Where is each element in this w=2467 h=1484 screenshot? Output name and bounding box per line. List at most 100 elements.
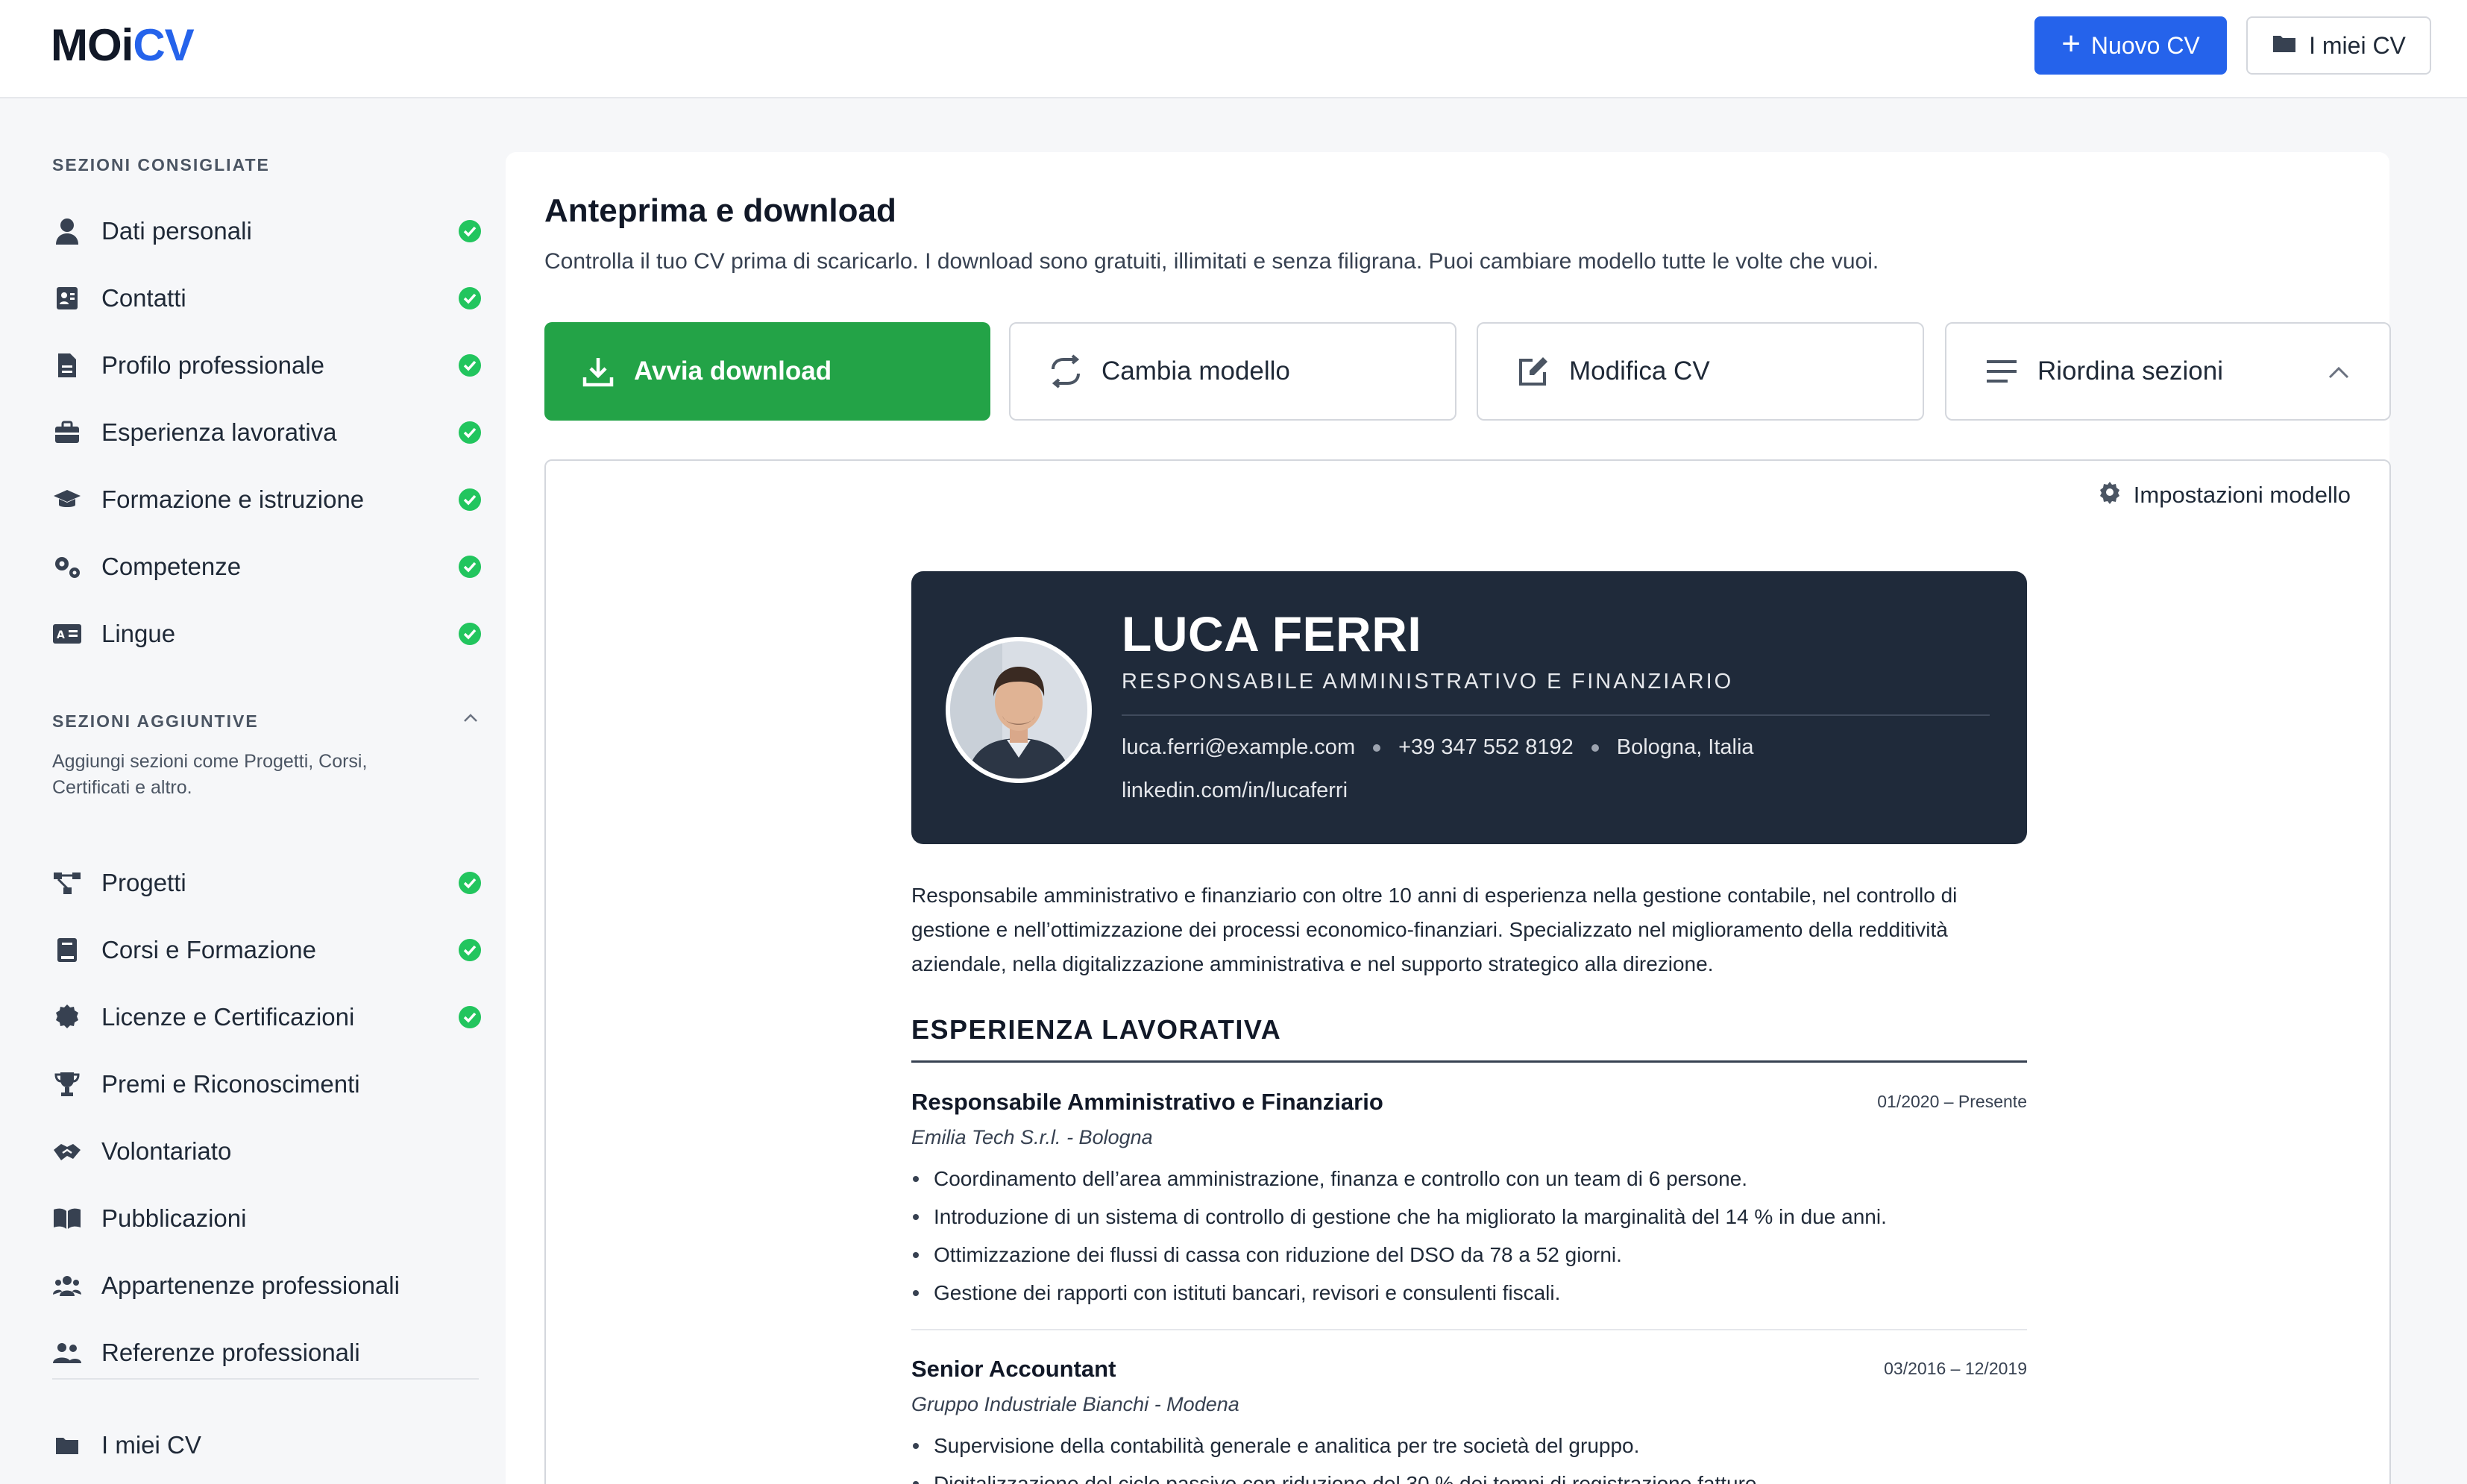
cv-summary: Responsabile amministrativo e finanziari… [911, 884, 1958, 975]
sidebar-item-skills[interactable]: Competenze [52, 544, 482, 589]
sidebar-item-awards[interactable]: Premi e Riconoscimenti [52, 1062, 482, 1107]
separator-dot [1373, 743, 1381, 752]
project-diagram-icon [52, 868, 82, 898]
reorder-sections-button[interactable]: Riordina sezioni [1945, 322, 2391, 421]
recommended-sections-title: SEZIONI CONSIGLIATE [52, 155, 270, 175]
main-panel: Anteprima e download Controlla il tuo CV… [506, 152, 2391, 1484]
check-circle-icon [459, 1006, 481, 1028]
check-circle-icon [459, 354, 481, 377]
gear-icon [2098, 480, 2122, 510]
check-circle-icon [459, 287, 481, 309]
page-subtitle: Controlla il tuo CV prima di scaricarlo.… [544, 249, 1879, 274]
job-bullet: Introduzione di un sistema di controllo … [911, 1198, 2027, 1236]
sidebar-item-experience[interactable]: Esperienza lavorativa [52, 410, 482, 455]
cv-section-experience-title: ESPERIENZA LAVORATIVA [911, 1014, 2027, 1063]
logo[interactable]: MOiCV [51, 19, 195, 71]
people-icon [52, 1338, 82, 1368]
folder-icon [52, 1430, 82, 1460]
download-button[interactable]: Avvia download [544, 322, 990, 421]
handshake-icon [52, 1136, 82, 1166]
logo-text-accent: CV [133, 20, 194, 70]
download-icon [580, 353, 616, 389]
job-company: Emilia Tech S.r.l. - Bologna [911, 1126, 1153, 1148]
edit-cv-button[interactable]: Modifica CV [1477, 322, 1924, 421]
contact-card-icon [52, 283, 82, 313]
job-separator [911, 1329, 2027, 1330]
document-icon [52, 350, 82, 380]
check-circle-icon [459, 623, 481, 645]
sidebar-item-projects[interactable]: Progetti [52, 861, 482, 905]
check-circle-icon [459, 872, 481, 894]
sidebar-item-my-cv[interactable]: I miei CV [52, 1423, 482, 1468]
cv-linkedin: linkedin.com/in/lucaferri [1122, 779, 1348, 802]
job-bullets: Supervisione della contabilità generale … [911, 1427, 2027, 1484]
sidebar-item-label: Contatti [101, 284, 186, 312]
sidebar-item-label: Licenze e Certificazioni [101, 1003, 355, 1031]
new-cv-label: Nuovo CV [2090, 31, 2200, 59]
job-title: Responsabile Amministrativo e Finanziari… [911, 1089, 1383, 1115]
cv-contacts: luca.ferri@example.com +39 347 552 8192 … [1122, 735, 1754, 760]
sidebar-item-references[interactable]: Referenze professionali [52, 1330, 482, 1375]
job-title: Senior Accountant [911, 1356, 1116, 1382]
sidebar-item-label: Profilo professionale [101, 351, 324, 379]
job-dates: 01/2020 – Presente [1877, 1092, 2027, 1111]
check-circle-icon [459, 939, 481, 961]
my-cv-label: I miei CV [2309, 31, 2406, 59]
sidebar-item-label: Esperienza lavorativa [101, 418, 337, 446]
gears-icon [52, 552, 82, 582]
certificate-icon [52, 1002, 82, 1032]
sidebar-item-courses[interactable]: Corsi e Formazione [52, 928, 482, 972]
reorder-sections-label: Riordina sezioni [2037, 356, 2224, 386]
job-bullet: Digitalizzazione del ciclo passivo con r… [911, 1465, 2027, 1484]
sidebar-item-publications[interactable]: Pubblicazioni [52, 1196, 482, 1241]
book-icon [52, 935, 82, 965]
lines-icon [1984, 353, 2020, 389]
open-book-icon [52, 1204, 82, 1233]
additional-sections-title: SEZIONI AGGIUNTIVE [52, 711, 259, 731]
sidebar-item-label: Corsi e Formazione [101, 936, 316, 963]
sidebar-item-label: Premi e Riconoscimenti [101, 1070, 360, 1098]
language-icon: A [52, 619, 82, 649]
additional-sections-description: Aggiungi sezioni come Progetti, Corsi, C… [52, 751, 368, 798]
chevron-up-icon[interactable] [462, 710, 479, 726]
top-header: MOiCV + Nuovo CV I miei CV [0, 0, 2467, 98]
sidebar-item-personal-data[interactable]: Dati personali [52, 209, 482, 254]
sidebar-item-contacts[interactable]: Contatti [52, 276, 482, 321]
cv-email: luca.ferri@example.com [1122, 735, 1356, 759]
job-bullet: Ottimizzazione dei flussi di cassa con r… [911, 1236, 2027, 1274]
sidebar-item-label: Pubblicazioni [101, 1204, 247, 1232]
sidebar-item-label: Referenze professionali [101, 1339, 360, 1366]
cv-name: LUCA FERRI [1122, 606, 1422, 661]
new-cv-button[interactable]: + Nuovo CV [2034, 16, 2227, 75]
graduation-cap-icon [52, 485, 82, 515]
sidebar-item-label: Competenze [101, 553, 242, 580]
sidebar-item-profile[interactable]: Profilo professionale [52, 343, 482, 388]
cv-role: RESPONSABILE AMMINISTRATIVO E FINANZIARI… [1122, 670, 1734, 694]
cv-location: Bologna, Italia [1616, 735, 1754, 759]
sidebar-item-label: Appartenenze professionali [101, 1271, 400, 1299]
change-template-button[interactable]: Cambia modello [1009, 322, 1456, 421]
avatar [946, 637, 1092, 783]
sidebar-item-certifications[interactable]: Licenze e Certificazioni [52, 995, 482, 1040]
sidebar-item-volunteering[interactable]: Volontariato [52, 1129, 482, 1174]
plus-icon: + [2061, 25, 2081, 62]
sidebar-item-education[interactable]: Formazione e istruzione [52, 477, 482, 522]
job-company: Gruppo Industriale Bianchi - Modena [911, 1393, 1239, 1415]
trophy-icon [52, 1069, 82, 1099]
cv-preview: Impostazioni modello LUCA FERRI RESPONSA… [544, 459, 2391, 1484]
my-cv-button[interactable]: I miei CV [2246, 16, 2431, 75]
separator-dot [1591, 743, 1599, 752]
sidebar-item-label: Dati personali [101, 217, 252, 245]
job-bullet: Gestione dei rapporti con istituti banca… [911, 1274, 2027, 1312]
sidebar-item-languages[interactable]: A Lingue [52, 611, 482, 656]
check-circle-icon [459, 421, 481, 444]
cv-header-divider [1122, 714, 1990, 716]
change-template-label: Cambia modello [1101, 356, 1290, 386]
sidebar-item-label: I miei CV [101, 1431, 201, 1459]
cv-header: LUCA FERRI RESPONSABILE AMMINISTRATIVO E… [911, 571, 2027, 844]
sidebar-item-memberships[interactable]: Appartenenze professionali [52, 1263, 482, 1308]
chevron-up-icon [2328, 366, 2349, 379]
logo-text-primary: MOi [51, 20, 133, 70]
users-icon [52, 1271, 82, 1301]
template-settings-button[interactable]: Impostazioni modello [2098, 480, 2351, 510]
